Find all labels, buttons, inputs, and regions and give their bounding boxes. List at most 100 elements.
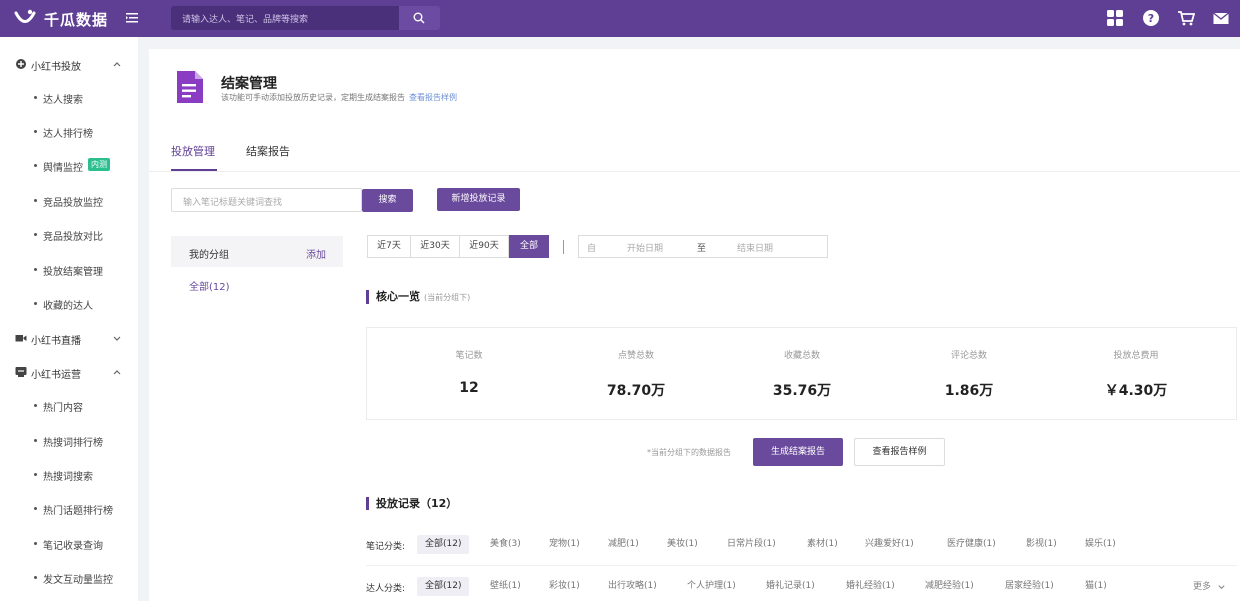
more-label: 更多 <box>1193 582 1212 592</box>
kol-category-chip[interactable]: 全部(12) <box>417 577 470 596</box>
sidebar-group-live[interactable]: 小红书直播 <box>0 323 138 353</box>
chevron-up-icon <box>113 62 121 67</box>
note-category-chip[interactable]: 宠物(1) <box>541 535 588 554</box>
sidebar-item-competitor-compare[interactable]: 竞品投放对比 <box>0 222 138 248</box>
sidebar-group-operation[interactable]: 小红书运营 <box>0 357 138 387</box>
sidebar-item-hot-topic-ranking[interactable]: 热门话题排行榜 <box>0 496 138 522</box>
kol-category-chip[interactable]: 婚礼经验(1) <box>838 577 903 596</box>
sidebar-group-label: 小红书投放 <box>31 62 81 73</box>
kol-category-label: 达人分类: <box>366 584 406 594</box>
kol-category-chip[interactable]: 减肥经验(1) <box>917 577 982 596</box>
sidebar-item-competitor-monitor[interactable]: 竞品投放监控 <box>0 188 138 214</box>
bullet-dot <box>34 164 37 167</box>
bullet-dot <box>34 96 37 99</box>
sidebar-item-kol-search[interactable]: 达人搜索 <box>0 85 138 111</box>
sidebar-item-label: 达人排行榜 <box>43 129 93 140</box>
note-category-chip[interactable]: 娱乐(1) <box>1077 535 1124 554</box>
sidebar-item-kol-ranking[interactable]: 达人排行榜 <box>0 119 138 145</box>
tab-delivery-management[interactable]: 投放管理 <box>171 143 215 159</box>
note-category-chip[interactable]: 美妆(1) <box>659 535 706 554</box>
sidebar: 小红书投放 达人搜索 达人排行榜 舆情监控 内测 竞品投放监控 竞品投放对比 投放… <box>0 37 138 601</box>
sidebar-item-hot-content[interactable]: 热门内容 <box>0 393 138 419</box>
generate-report-button[interactable]: 生成结案报告 <box>753 438 843 466</box>
bullet-dot <box>34 576 37 579</box>
note-category-chip[interactable]: 兴趣爱好(1) <box>857 535 922 554</box>
stat-label: 评论总数 <box>950 351 987 361</box>
note-category-chip[interactable]: 减肥(1) <box>600 535 647 554</box>
bullet-dot <box>34 542 37 545</box>
bullet-dot <box>34 302 37 305</box>
sample-report-link[interactable]: 查看报告样例 <box>409 93 457 102</box>
kol-category-chip[interactable]: 彩妆(1) <box>541 577 588 596</box>
help-icon[interactable]: ? <box>1142 9 1160 27</box>
keyword-search-button[interactable]: 搜索 <box>362 189 413 212</box>
date-range-separator: 至 <box>697 244 707 254</box>
stat-label: 笔记数 <box>455 351 483 361</box>
bullet-dot <box>34 199 37 202</box>
kol-category-chip[interactable]: 婚礼记录(1) <box>758 577 823 596</box>
brand-name[interactable]: 千瓜数据 <box>44 9 108 30</box>
overview-section-title: 核心一览 (当前分组下) <box>366 290 470 304</box>
note-category-chip[interactable]: 美食(3) <box>482 535 529 554</box>
date-range-picker[interactable]: 自 开始日期 至 结束日期 <box>578 235 828 258</box>
keyword-search-input[interactable]: 输入笔记标题关键词查找 <box>171 188 362 212</box>
note-category-chip[interactable]: 影视(1) <box>1018 535 1065 554</box>
logo-icon[interactable] <box>14 8 36 28</box>
group-item-all[interactable]: 全部(12) <box>189 278 230 293</box>
sidebar-item-hot-word-search[interactable]: 热搜词搜索 <box>0 462 138 488</box>
note-category-chip[interactable]: 日常片段(1) <box>719 535 784 554</box>
sidebar-item-sentiment[interactable]: 舆情监控 内测 <box>0 153 138 179</box>
stat-label: 收藏总数 <box>783 351 820 361</box>
note-category-chip[interactable]: 医疗健康(1) <box>939 535 1004 554</box>
sidebar-group-label: 小红书运营 <box>31 370 81 381</box>
sidebar-item-label: 笔记收录查询 <box>43 541 103 552</box>
global-search-button[interactable] <box>399 6 440 30</box>
range-all[interactable]: 全部 <box>509 235 549 258</box>
stat-value: 12 <box>459 380 479 396</box>
page-title: 结案管理 <box>221 76 277 92</box>
start-date-field[interactable]: 开始日期 <box>627 241 663 254</box>
add-record-button[interactable]: 新增投放记录 <box>437 188 520 211</box>
overview-title: 核心一览 <box>376 290 420 303</box>
kol-category-chip[interactable]: 猫(1) <box>1077 577 1115 596</box>
note-category-chip[interactable]: 全部(12) <box>417 535 470 554</box>
tab-case-report[interactable]: 结案报告 <box>246 143 290 159</box>
kol-category-chip[interactable]: 个人护理(1) <box>679 577 744 596</box>
more-categories-button[interactable]: 更多 <box>1193 579 1226 592</box>
sidebar-item-label: 投放结案管理 <box>43 267 103 278</box>
cart-icon[interactable] <box>1177 9 1195 27</box>
sidebar-item-note-index[interactable]: 笔记收录查询 <box>0 531 138 557</box>
video-icon <box>15 335 27 342</box>
sidebar-item-hot-word-ranking[interactable]: 热搜词排行榜 <box>0 428 138 454</box>
kol-category-chip[interactable]: 居家经验(1) <box>997 577 1062 596</box>
sidebar-group-label: 小红书直播 <box>31 336 81 347</box>
sidebar-item-label: 竞品投放监控 <box>43 198 103 209</box>
end-date-field[interactable]: 结束日期 <box>737 241 773 254</box>
apps-icon[interactable] <box>1106 9 1124 27</box>
sidebar-group-delivery[interactable]: 小红书投放 <box>0 49 138 79</box>
range-7-days[interactable]: 近7天 <box>367 235 411 258</box>
page-description: 该功能可手动添加投放历史记录，定期生成结案报告 查看报告样例 <box>221 92 457 103</box>
range-90-days[interactable]: 近90天 <box>459 235 509 258</box>
note-category-filter: 笔记分类: 全部(12) 美食(3) 宠物(1) 减肥(1) 美妆(1) 日常片… <box>366 535 1237 555</box>
sidebar-item-label: 热门话题排行榜 <box>43 506 113 517</box>
operate-icon <box>15 367 27 377</box>
sidebar-item-engagement-monitor[interactable]: 发文互动量监控 <box>0 565 138 591</box>
sidebar-item-label: 舆情监控 <box>43 163 83 174</box>
sidebar-item-case-management[interactable]: 投放结案管理 <box>0 257 138 283</box>
view-sample-button[interactable]: 查看报告样例 <box>854 438 945 466</box>
bullet-dot <box>34 439 37 442</box>
overview-note: (当前分组下) <box>424 293 471 302</box>
stat-value: 1.86万 <box>944 383 994 399</box>
mail-icon[interactable] <box>1212 9 1230 27</box>
beta-badge: 内测 <box>88 158 110 171</box>
range-30-days[interactable]: 近30天 <box>410 235 460 258</box>
add-group-button[interactable]: 添加 <box>306 246 326 261</box>
note-category-chip[interactable]: 素材(1) <box>799 535 846 554</box>
sidebar-item-favorites[interactable]: 收藏的达人 <box>0 291 138 317</box>
kol-category-chip[interactable]: 壁纸(1) <box>482 577 529 596</box>
menu-toggle-icon[interactable] <box>125 11 139 25</box>
kol-category-chip[interactable]: 出行攻略(1) <box>600 577 665 596</box>
global-search-input[interactable]: 请输入达人、笔记、品牌等搜索 <box>171 6 399 30</box>
filter-divider <box>366 565 1237 566</box>
